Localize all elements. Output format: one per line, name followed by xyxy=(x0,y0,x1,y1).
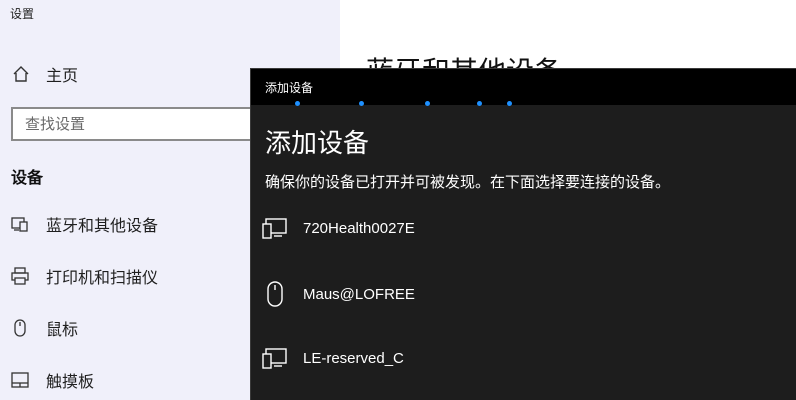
device-item[interactable]: LE-reserved_C xyxy=(261,333,781,383)
sidebar-item-printers[interactable]: 打印机和扫描仪 xyxy=(10,263,158,289)
dialog-heading: 添加设备 xyxy=(265,129,370,159)
bluetooth-devices-icon xyxy=(10,214,30,234)
sidebar-item-label: 鼠标 xyxy=(46,320,79,339)
mouse-icon xyxy=(261,280,289,308)
progress-dot xyxy=(477,101,482,106)
sidebar-item-mouse[interactable]: 鼠标 xyxy=(10,315,78,341)
dialog-description: 确保你的设备已打开并可被发现。在下面选择要连接的设备。 xyxy=(265,173,671,191)
device-item[interactable]: 720Health0027E xyxy=(261,203,781,253)
progress-dot xyxy=(507,101,512,106)
device-name: LE-reserved_C xyxy=(303,349,404,367)
device-item[interactable]: Maus@LOFREE xyxy=(261,269,781,319)
add-device-dialog: 添加设备 添加设备 确保你的设备已打开并可被发现。在下面选择要连接的设备。 72… xyxy=(250,68,796,400)
touchpad-icon xyxy=(10,370,30,390)
device-icon xyxy=(261,344,289,372)
printer-icon xyxy=(10,266,30,286)
progress-dot xyxy=(359,101,364,106)
device-icon xyxy=(261,214,289,242)
section-title-devices: 设备 xyxy=(11,168,44,187)
dialog-titlebar[interactable]: 添加设备 xyxy=(251,69,796,105)
sidebar-item-touchpad[interactable]: 触摸板 xyxy=(10,367,94,393)
progress-dot xyxy=(295,101,300,106)
nav-home-label: 主页 xyxy=(46,66,79,85)
sidebar-item-bluetooth[interactable]: 蓝牙和其他设备 xyxy=(10,211,158,237)
device-name: 720Health0027E xyxy=(303,219,415,237)
progress-dot xyxy=(425,101,430,106)
nav-home[interactable]: 主页 xyxy=(12,62,78,86)
sidebar-item-label: 蓝牙和其他设备 xyxy=(46,216,159,235)
device-name: Maus@LOFREE xyxy=(303,285,415,303)
progress-dots xyxy=(251,101,796,107)
sidebar-item-label: 触摸板 xyxy=(46,372,95,391)
app-title: 设置 xyxy=(10,7,35,21)
mouse-icon xyxy=(10,318,30,338)
sidebar-item-label: 打印机和扫描仪 xyxy=(46,268,159,287)
search-input[interactable] xyxy=(25,115,285,133)
dialog-titlebar-text: 添加设备 xyxy=(265,80,314,95)
home-icon xyxy=(13,66,29,82)
